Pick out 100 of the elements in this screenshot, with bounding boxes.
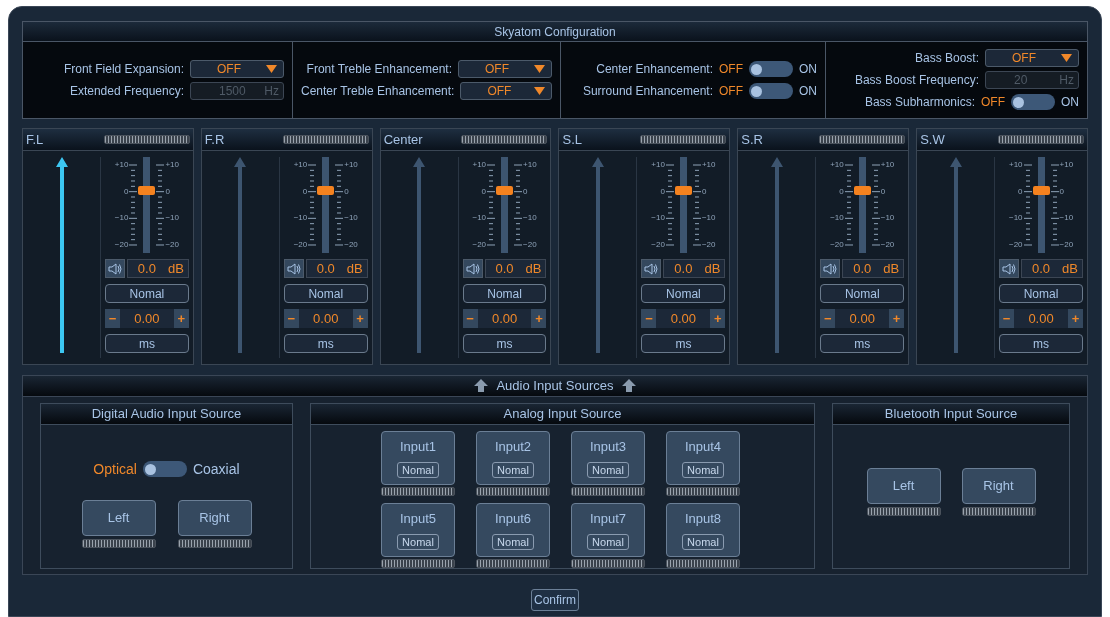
gain-field[interactable]: 0.0 dB bbox=[842, 259, 905, 278]
slider-thumb[interactable] bbox=[853, 185, 871, 195]
mode-button[interactable]: Nomal bbox=[820, 284, 905, 303]
slider-track[interactable] bbox=[138, 157, 156, 253]
scale-label: −20 bbox=[830, 240, 844, 249]
delay-field[interactable]: 0.00 bbox=[298, 309, 353, 328]
slider-thumb[interactable] bbox=[138, 185, 156, 195]
gain-field[interactable]: 0.0 dB bbox=[663, 259, 726, 278]
channel-button[interactable]: Right bbox=[177, 499, 252, 536]
slider-thumb[interactable] bbox=[317, 185, 335, 195]
speaker-button[interactable] bbox=[820, 259, 841, 278]
speaker-button[interactable] bbox=[999, 259, 1020, 278]
input-button[interactable]: Input6 Nomal bbox=[476, 502, 550, 557]
channel-name: S.R bbox=[741, 130, 763, 149]
slider-thumb[interactable] bbox=[1032, 185, 1050, 195]
speaker-button[interactable] bbox=[105, 259, 125, 278]
mode-button[interactable]: Nomal bbox=[492, 533, 534, 550]
dropdown[interactable]: OFF bbox=[190, 60, 284, 78]
dropdown[interactable]: OFF bbox=[985, 49, 1079, 67]
scale-label: +10 bbox=[830, 161, 844, 169]
delay-field[interactable]: 0.00 bbox=[120, 309, 174, 328]
slider-track[interactable] bbox=[674, 157, 692, 253]
mode-button[interactable]: Nomal bbox=[283, 284, 368, 303]
increment-button[interactable]: + bbox=[710, 309, 726, 328]
decrement-button[interactable]: − bbox=[105, 309, 120, 328]
decrement-button[interactable]: − bbox=[820, 309, 836, 328]
scale-label: +10 bbox=[523, 161, 537, 169]
input-button[interactable]: Input4 Nomal bbox=[666, 430, 740, 485]
delay-field[interactable]: 0.00 bbox=[835, 309, 890, 328]
unit-button[interactable]: ms bbox=[105, 334, 189, 353]
slider-track[interactable] bbox=[496, 157, 514, 253]
speaker-button[interactable] bbox=[462, 259, 483, 278]
increment-button[interactable]: + bbox=[531, 309, 547, 328]
gain-field[interactable]: 0.0 dB bbox=[127, 259, 189, 278]
speaker-icon bbox=[1002, 262, 1017, 275]
unit-button[interactable]: ms bbox=[462, 334, 547, 353]
slider-track[interactable] bbox=[1032, 157, 1050, 253]
gain-field[interactable]: 0.0 dB bbox=[484, 259, 547, 278]
on-label: ON bbox=[799, 61, 817, 78]
unit-button[interactable]: ms bbox=[999, 334, 1083, 353]
input-name: Input6 bbox=[494, 510, 532, 529]
slider-track[interactable] bbox=[853, 157, 871, 253]
channel-name: F.R bbox=[204, 130, 225, 149]
slider-thumb[interactable] bbox=[674, 185, 692, 195]
slider-track[interactable] bbox=[317, 157, 335, 253]
mode-button[interactable]: Nomal bbox=[397, 461, 439, 478]
gain-field[interactable]: 0.0 dB bbox=[1021, 259, 1083, 278]
input-button[interactable]: Input5 Nomal bbox=[381, 502, 455, 557]
mode-button[interactable]: Nomal bbox=[587, 533, 629, 550]
scale-label: −10 bbox=[114, 214, 129, 223]
mode-button[interactable]: Nomal bbox=[641, 284, 726, 303]
speaker-button[interactable] bbox=[283, 259, 304, 278]
decrement-button[interactable]: − bbox=[283, 309, 299, 328]
input-button[interactable]: Input2 Nomal bbox=[476, 430, 550, 485]
increment-button[interactable]: + bbox=[889, 309, 905, 328]
channel-button[interactable]: Right bbox=[961, 468, 1036, 504]
mode-button[interactable]: Nomal bbox=[397, 533, 439, 550]
delay-field[interactable]: 0.00 bbox=[1014, 309, 1068, 328]
speaker-button[interactable] bbox=[641, 259, 662, 278]
caret-icon bbox=[266, 65, 277, 73]
toggle-switch[interactable] bbox=[1011, 94, 1055, 110]
channel-name: Center bbox=[383, 130, 423, 149]
scale-label: +10 bbox=[114, 161, 129, 169]
decrement-button[interactable]: − bbox=[999, 309, 1015, 328]
mode-button[interactable]: Nomal bbox=[105, 284, 189, 303]
confirm-button[interactable]: Confirm bbox=[531, 589, 579, 611]
unit-button[interactable]: ms bbox=[820, 334, 905, 353]
unit-button[interactable]: ms bbox=[641, 334, 726, 353]
mode-button[interactable]: Nomal bbox=[682, 533, 724, 550]
channel-button[interactable]: Left bbox=[81, 499, 156, 536]
input-name: Input3 bbox=[589, 438, 627, 457]
input-button[interactable]: Input1 Nomal bbox=[381, 430, 455, 485]
off-label: Optical bbox=[93, 459, 137, 479]
arrow-up-icon[interactable] bbox=[55, 157, 68, 353]
scale-label: −10 bbox=[293, 214, 308, 223]
gain-field[interactable]: 0.0 dB bbox=[305, 259, 368, 278]
slider-thumb[interactable] bbox=[496, 185, 514, 195]
toggle-switch[interactable] bbox=[142, 461, 187, 477]
dropdown[interactable]: OFF bbox=[460, 82, 552, 100]
scale-label: +10 bbox=[293, 161, 308, 169]
delay-field[interactable]: 0.00 bbox=[477, 309, 532, 328]
mode-button[interactable]: Nomal bbox=[587, 461, 629, 478]
dropdown[interactable]: OFF bbox=[458, 60, 552, 78]
scale-label: −10 bbox=[1008, 214, 1023, 223]
input-button[interactable]: Input8 Nomal bbox=[666, 502, 740, 557]
input-button[interactable]: Input3 Nomal bbox=[571, 430, 645, 485]
decrement-button[interactable]: − bbox=[641, 309, 657, 328]
mode-button[interactable]: Nomal bbox=[682, 461, 724, 478]
mode-button[interactable]: Nomal bbox=[462, 284, 547, 303]
channel-button[interactable]: Left bbox=[866, 468, 941, 504]
delay-field[interactable]: 0.00 bbox=[656, 309, 711, 328]
input-button[interactable]: Input7 Nomal bbox=[571, 502, 645, 557]
unit-button[interactable]: ms bbox=[283, 334, 368, 353]
mode-button[interactable]: Nomal bbox=[999, 284, 1083, 303]
panel-title: Digital Audio Input Source bbox=[41, 403, 292, 425]
scale-label: −10 bbox=[523, 214, 537, 223]
toggle-switch[interactable] bbox=[749, 61, 793, 77]
toggle-switch[interactable] bbox=[749, 83, 793, 99]
mode-button[interactable]: Nomal bbox=[492, 461, 534, 478]
decrement-button[interactable]: − bbox=[462, 309, 478, 328]
